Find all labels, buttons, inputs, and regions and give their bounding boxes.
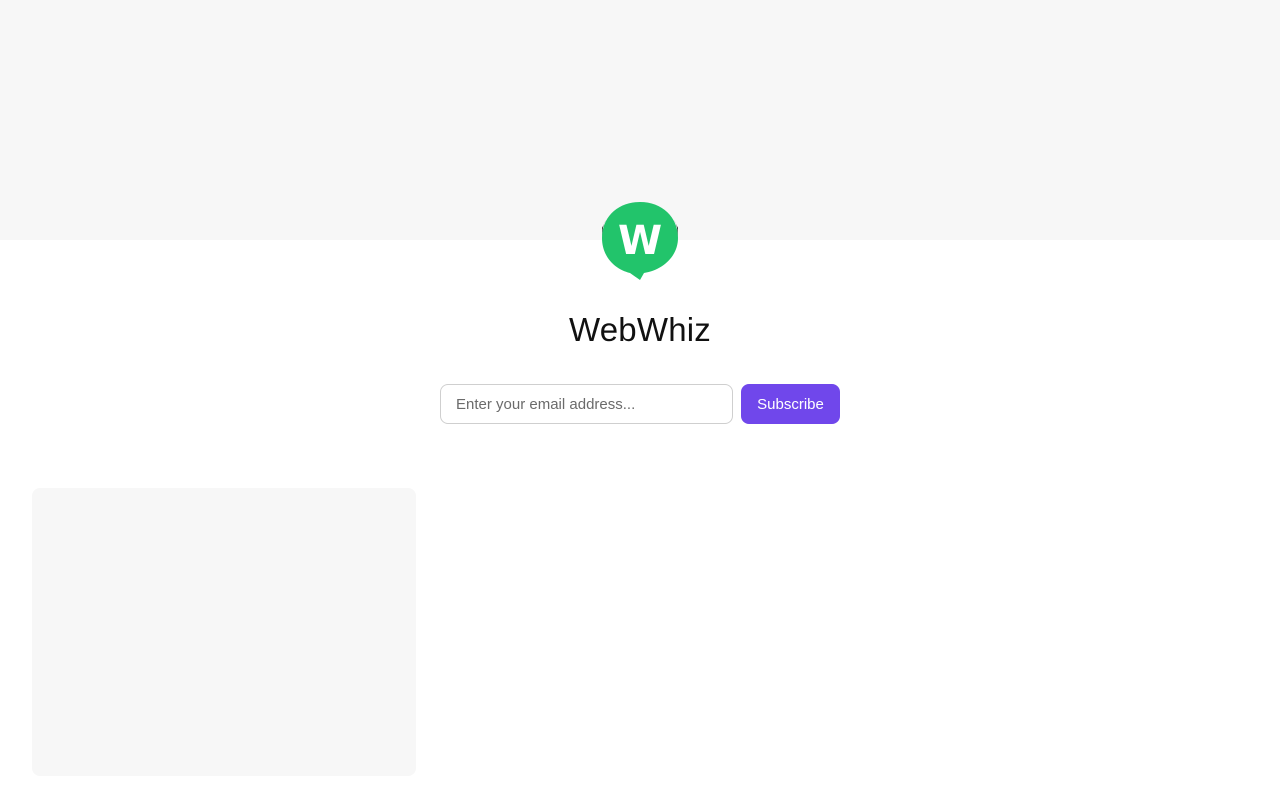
publication-title: WebWhiz: [569, 311, 711, 348]
webwhiz-logo-icon: W: [602, 202, 678, 280]
subscribe-form: Subscribe: [440, 384, 840, 424]
publication-logo[interactable]: W: [600, 200, 680, 280]
email-input[interactable]: [440, 384, 733, 424]
subscribe-button[interactable]: Subscribe: [741, 384, 840, 424]
post-card-placeholder[interactable]: [32, 488, 416, 776]
svg-text:W: W: [618, 218, 662, 264]
